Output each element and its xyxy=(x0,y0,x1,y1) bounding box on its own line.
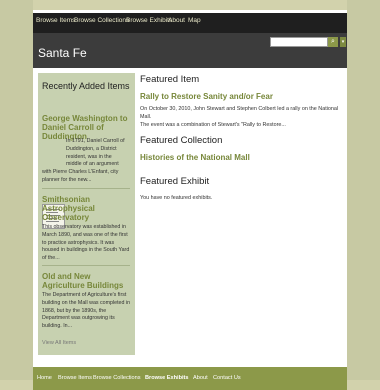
recent-item-description: This observatory was established in Marc… xyxy=(42,224,130,262)
recent-item-title-line: Daniel Carroll of xyxy=(42,123,104,132)
left-margin-stripe xyxy=(0,0,33,380)
recent-item-title[interactable]: Old and New Agriculture Buildings xyxy=(42,272,134,290)
divider xyxy=(42,265,130,266)
footer-home-link[interactable]: Home xyxy=(37,375,52,381)
footer-about-link[interactable]: About xyxy=(193,375,208,381)
footer-browse-collections-link[interactable]: Browse Collections xyxy=(93,375,141,381)
featured-item-description: On October 30, 2010, John Stewart and St… xyxy=(140,106,339,128)
nav-browse-exhibits[interactable]: Browse Exhibits xyxy=(126,17,172,24)
recent-item-description: The Department of Agriculture's first bu… xyxy=(42,292,131,330)
search-button[interactable]: ⌕ xyxy=(328,37,338,47)
featured-exhibit-heading: Featured Exhibit xyxy=(140,176,210,187)
advanced-search-toggle[interactable]: ▾ xyxy=(340,37,346,47)
view-all-items-link[interactable]: View All Items xyxy=(42,340,76,346)
footer-contact-link[interactable]: Contact Us xyxy=(213,375,241,381)
recent-items-sidebar: Recently Added Items George Washington t… xyxy=(38,73,135,355)
featured-collection-heading: Featured Collection xyxy=(140,135,223,146)
recent-item-title-line: George Washington to xyxy=(42,114,128,123)
recent-item-description-cont: with Pierre Charles L'Enfant, city plann… xyxy=(42,169,119,183)
divider xyxy=(42,188,130,189)
footer-browse-exhibits-link[interactable]: Browse Exhibits xyxy=(145,375,189,381)
nav-browse-items[interactable]: Browse Items xyxy=(36,17,75,24)
featured-collection-title[interactable]: Histories of the National Mall xyxy=(140,153,250,162)
nav-about[interactable]: About xyxy=(168,17,185,24)
page: Browse Items Browse Collections Browse E… xyxy=(33,10,347,390)
nav-map[interactable]: Map xyxy=(188,17,201,24)
recent-items-heading: Recently Added Items xyxy=(42,81,130,91)
featured-item-title[interactable]: Rally to Restore Sanity and/or Fear xyxy=(140,92,273,101)
site-title[interactable]: Santa Fe xyxy=(38,46,87,60)
right-margin-stripe xyxy=(347,0,380,380)
recent-item-title[interactable]: Smithsonian Astrophysical Observatory xyxy=(42,195,134,222)
footer-browse-items-link[interactable]: Browse Items xyxy=(58,375,92,381)
featured-exhibit-empty-text: You have no featured exhibits. xyxy=(140,195,213,201)
recent-item-description: In 1791, Daniel Carroll of Duddington, a… xyxy=(66,138,125,168)
top-nav: Browse Items Browse Collections Browse E… xyxy=(33,13,347,33)
search-input[interactable] xyxy=(270,37,328,47)
footer-nav: Home Browse Items Browse Collections Bro… xyxy=(33,367,347,390)
featured-item-heading: Featured Item xyxy=(140,74,200,85)
recent-item-title[interactable]: George Washington to Daniel Carroll of D… xyxy=(42,114,134,141)
nav-browse-collections[interactable]: Browse Collections xyxy=(74,17,129,24)
